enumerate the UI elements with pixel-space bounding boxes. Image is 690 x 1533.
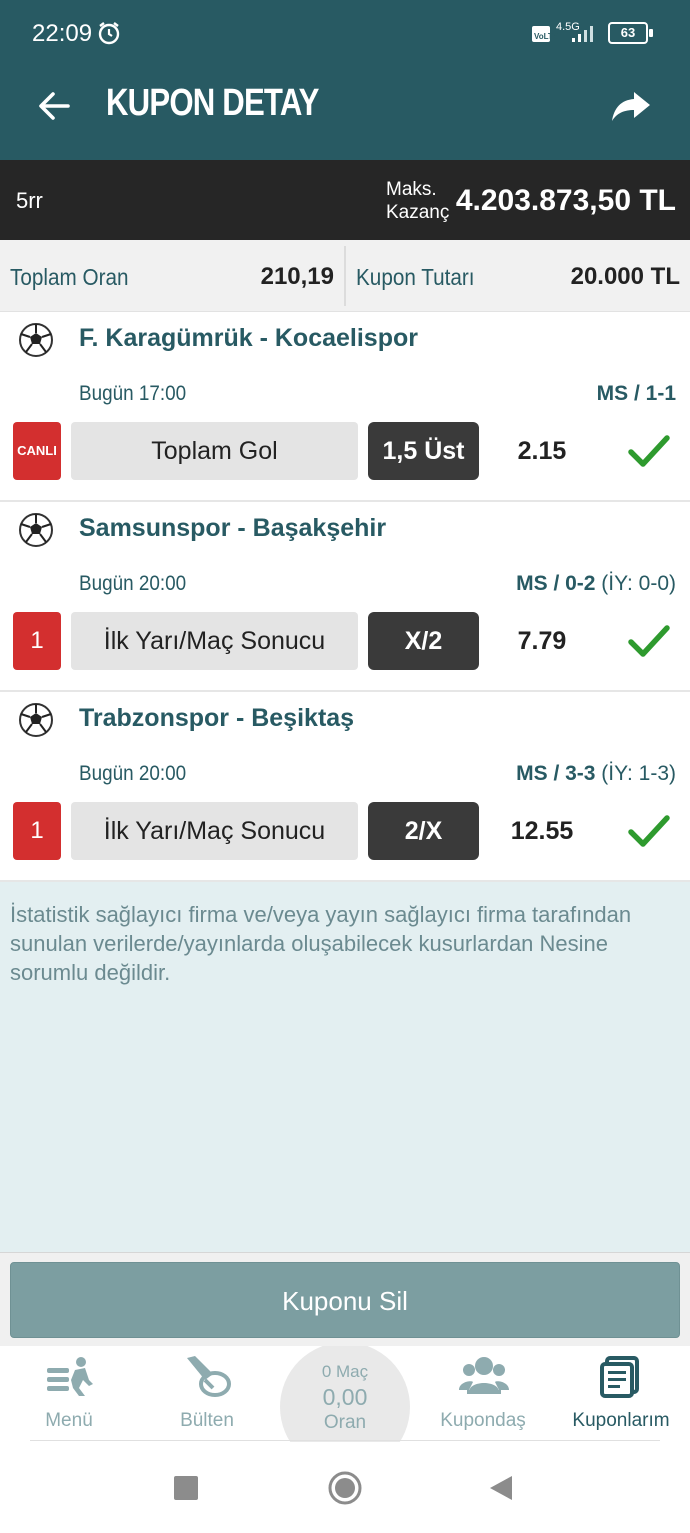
match-result: MS / 3-3 (İY: 1-3) — [516, 762, 676, 785]
match-row[interactable]: Trabzonspor - Beşiktaş Bugün 20:00 MS / … — [0, 692, 690, 882]
battery-level: 63 — [608, 22, 648, 44]
match-time: Bugün 20:00 — [79, 762, 187, 785]
match-result: MS / 1-1 — [596, 382, 676, 405]
live-badge: CANLI — [13, 422, 61, 480]
match-time: Bugün 20:00 — [79, 572, 187, 595]
match-row[interactable]: F. Karagümrük - Kocaelispor Bugün 17:00 … — [0, 312, 690, 502]
coupon-amount-label: Kupon Tutarı — [356, 264, 475, 290]
match-teams: Trabzonspor - Beşiktaş — [79, 704, 355, 732]
status-time: 22:09 — [32, 20, 93, 47]
slip-summary-button[interactable]: 0 Maç 0,00 Oran — [280, 1346, 410, 1442]
total-odds-value: 210,19 — [260, 263, 334, 290]
football-icon — [19, 703, 53, 737]
status-bar: 22:09 VoLTE 4.5G 63 — [0, 0, 690, 66]
odd-value: 12.55 — [510, 817, 574, 845]
slip-odds-label: Oran — [323, 1412, 367, 1433]
page-title: KUPON DETAY — [106, 82, 319, 124]
bulletin-icon — [187, 1356, 231, 1397]
alarm-icon — [98, 22, 120, 45]
won-check-icon — [628, 815, 670, 847]
recent-apps-icon[interactable] — [174, 1476, 198, 1500]
match-teams: Samsunspor - Başakşehir — [79, 514, 387, 542]
market-label: Toplam Gol — [71, 422, 358, 480]
signal-icon: VoLTE 4.5G — [532, 21, 593, 42]
slip-match-count: 0 Maç — [321, 1362, 369, 1381]
system-back-icon[interactable] — [486, 1474, 514, 1502]
football-icon — [19, 323, 53, 357]
bet-type-badge: 1 — [13, 802, 61, 860]
nav-menu[interactable]: Menü — [9, 1346, 129, 1442]
divider — [30, 1440, 660, 1441]
app-header: 22:09 VoLTE 4.5G 63 KUPON DETAY — [0, 0, 690, 160]
nav-bulletin[interactable]: Bülten — [147, 1346, 267, 1442]
nav-kupondas[interactable]: Kupondaş — [423, 1346, 543, 1442]
network-label: 4.5G — [556, 21, 580, 33]
coupon-name: 5rr — [16, 188, 43, 213]
won-check-icon — [628, 625, 670, 657]
bottom-nav: Menü Bülten 0 Maç 0,00 Oran Kupondaş Kup… — [0, 1346, 690, 1442]
community-icon — [459, 1357, 509, 1394]
system-nav-bar — [0, 1442, 690, 1533]
menu-player-icon — [47, 1357, 93, 1396]
battery-icon: 63 — [608, 22, 654, 44]
market-label: İlk Yarı/Maç Sonucu — [71, 612, 358, 670]
disclaimer-panel: İstatistik sağlayıcı firma ve/veya yayın… — [0, 882, 690, 1252]
svg-text:VoLTE: VoLTE — [534, 32, 559, 41]
slip-odds-value: 0,00 — [322, 1384, 368, 1410]
coupon-summary-bar: 5rr Maks. Kazanç 4.203.873,50 TL — [0, 160, 690, 240]
odd-value: 2.15 — [517, 437, 567, 465]
totals-row: Toplam Oran 210,19 Kupon Tutarı 20.000 T… — [0, 240, 690, 312]
divider — [344, 246, 346, 306]
won-check-icon — [628, 435, 670, 467]
nav-kuponlarim[interactable]: Kuponlarım — [561, 1346, 681, 1442]
match-time: Bugün 17:00 — [79, 382, 187, 405]
selection-pick: 2/X — [368, 802, 479, 860]
match-row[interactable]: Samsunspor - Başakşehir Bugün 20:00 MS /… — [0, 502, 690, 692]
selection-pick: 1,5 Üst — [368, 422, 479, 480]
bet-type-badge: 1 — [13, 612, 61, 670]
match-teams: F. Karagümrük - Kocaelispor — [79, 324, 418, 352]
action-bar: Kuponu Sil — [0, 1252, 690, 1346]
max-win-value: 4.203.873,50 TL — [455, 184, 676, 217]
football-icon — [19, 513, 53, 547]
match-result: MS / 0-2 (İY: 0-0) — [516, 572, 676, 595]
market-label: İlk Yarı/Maç Sonucu — [71, 802, 358, 860]
share-icon[interactable] — [610, 86, 652, 126]
home-icon[interactable] — [327, 1470, 363, 1506]
coupon-amount-value: 20.000 TL — [570, 263, 680, 290]
back-arrow-icon[interactable] — [34, 86, 74, 126]
coupons-icon — [600, 1356, 639, 1398]
odd-value: 7.79 — [517, 627, 567, 655]
disclaimer-text: İstatistik sağlayıcı firma ve/veya yayın… — [10, 902, 632, 985]
selection-pick: X/2 — [368, 612, 479, 670]
max-win-label: Maks. Kazanç — [386, 179, 450, 223]
delete-coupon-button[interactable]: Kuponu Sil — [10, 1262, 680, 1338]
total-odds-label: Toplam Oran — [10, 264, 129, 290]
